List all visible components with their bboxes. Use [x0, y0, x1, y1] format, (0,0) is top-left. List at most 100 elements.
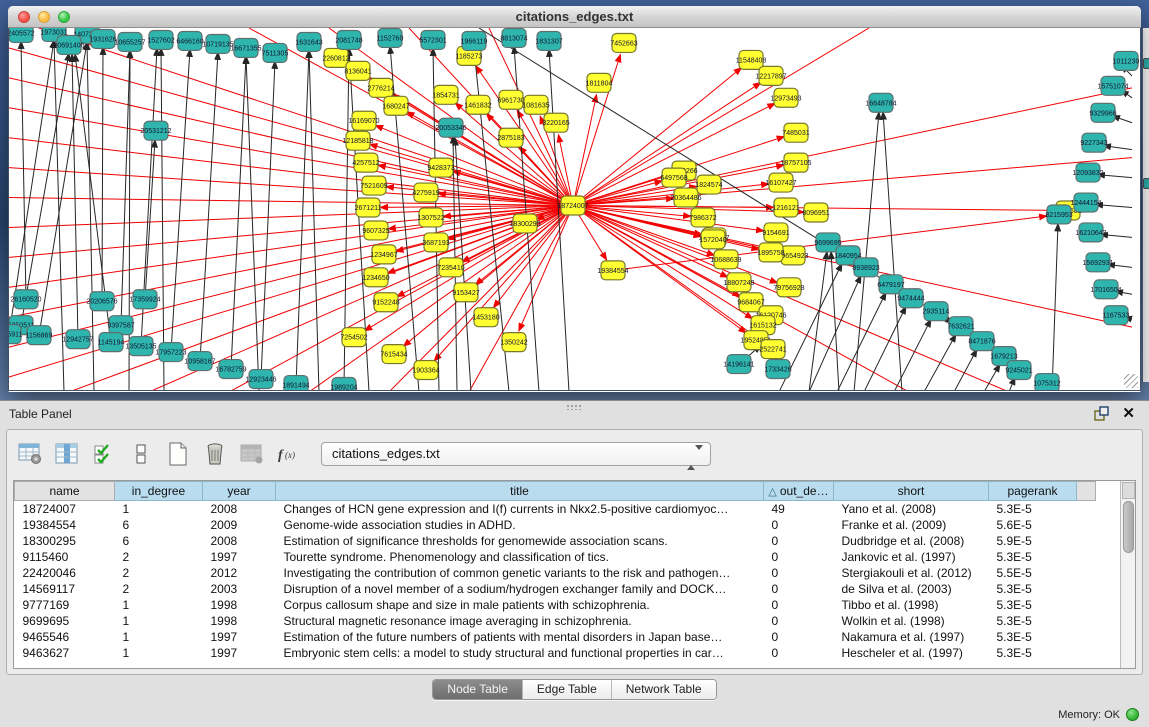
table-row[interactable]: 969969511998Structural magnetic resonanc…: [15, 613, 1096, 629]
table-cell[interactable]: Nakamura et al. (1997): [834, 629, 989, 645]
graph-node[interactable]: 18300295: [509, 214, 540, 233]
table-settings-icon[interactable]: [17, 441, 43, 467]
create-table-icon[interactable]: [165, 441, 191, 467]
graph-node[interactable]: 8215953: [1045, 205, 1072, 224]
window-titlebar[interactable]: citations_edges.txt: [8, 6, 1141, 28]
graph-node[interactable]: 16210643: [1075, 223, 1106, 242]
graph-node[interactable]: 9153427: [452, 283, 479, 302]
graph-node[interactable]: 9397587: [107, 316, 134, 335]
graph-node[interactable]: 9154691: [762, 223, 789, 242]
delete-rows-icon[interactable]: [202, 441, 228, 467]
graph-node[interactable]: 1461832: [464, 95, 491, 114]
table-cell[interactable]: 1997: [203, 629, 276, 645]
graph-node[interactable]: 13505135: [125, 337, 156, 356]
graph-node[interactable]: 26160520: [10, 290, 41, 309]
graph-node[interactable]: 1234967: [370, 245, 397, 264]
network-canvas[interactable]: 1872400722608128136041277621416802471616…: [8, 28, 1141, 391]
float-panel-icon[interactable]: [1094, 406, 1109, 426]
table-cell[interactable]: 9115460: [15, 549, 115, 565]
graph-node[interactable]: 2671211: [355, 198, 382, 217]
graph-node[interactable]: 20691406: [53, 35, 84, 54]
table-cell[interactable]: Investigating the contribution of common…: [276, 565, 764, 581]
graph-node[interactable]: 16169070: [348, 111, 379, 130]
table-cell[interactable]: 14569117: [15, 581, 115, 597]
graph-node[interactable]: 17016504: [1090, 280, 1121, 299]
graph-node[interactable]: 16671355: [230, 38, 261, 57]
graph-node[interactable]: 1811804: [586, 73, 613, 92]
graph-node[interactable]: 2522741: [759, 340, 786, 359]
memory-status-icon[interactable]: [1126, 708, 1139, 721]
vertical-scrollbar[interactable]: [1120, 481, 1135, 668]
table-cell[interactable]: 6: [115, 533, 203, 549]
table-cell[interactable]: Embryonic stem cells: a model to study s…: [276, 645, 764, 661]
table-cell[interactable]: 5.3E-5: [989, 581, 1077, 597]
graph-node[interactable]: 79756928: [773, 278, 804, 297]
graph-node[interactable]: 1075312: [1033, 374, 1060, 390]
table-cell[interactable]: Disruption of a novel member of a sodium…: [276, 581, 764, 597]
table-cell[interactable]: 1: [115, 597, 203, 613]
table-cell[interactable]: 5.6E-5: [989, 517, 1077, 533]
table-cell[interactable]: 19384554: [15, 517, 115, 533]
graph-node[interactable]: 9245021: [1005, 361, 1032, 380]
table-cell[interactable]: 0: [764, 581, 834, 597]
table-cell[interactable]: Structural magnetic resonance image aver…: [276, 613, 764, 629]
table-cell[interactable]: Tibbo et al. (1998): [834, 597, 989, 613]
table-cell[interactable]: 2003: [203, 581, 276, 597]
table-cell[interactable]: 18300295: [15, 533, 115, 549]
graph-node[interactable]: 10958167: [184, 352, 215, 371]
table-cell[interactable]: Genome-wide association studies in ADHD.: [276, 517, 764, 533]
table-cell[interactable]: 5.3E-5: [989, 613, 1077, 629]
graph-node[interactable]: 1680247: [382, 96, 409, 115]
table-row[interactable]: 1872400712008Changes of HCN gene express…: [15, 501, 1096, 517]
graph-node[interactable]: 16107427: [765, 173, 796, 192]
column-header[interactable]: in_degree: [115, 482, 203, 501]
graph-node[interactable]: 8813074: [500, 28, 527, 47]
table-cell[interactable]: Stergiakouli et al. (2012): [834, 565, 989, 581]
column-header[interactable]: title: [276, 482, 764, 501]
graph-node[interactable]: 1527602: [147, 30, 174, 49]
graph-node[interactable]: 7235410: [437, 258, 464, 277]
table-cell[interactable]: 2: [115, 581, 203, 597]
table-cell[interactable]: 0: [764, 613, 834, 629]
graph-node[interactable]: 18807249: [723, 273, 754, 292]
graph-node[interactable]: 1831307: [535, 31, 562, 50]
table-cell[interactable]: 5.3E-5: [989, 645, 1077, 661]
graph-node[interactable]: 1234650: [362, 268, 389, 287]
table-cell[interactable]: 5.3E-5: [989, 629, 1077, 645]
table-cell[interactable]: 9777169: [15, 597, 115, 613]
graph-node[interactable]: 15751074: [1097, 76, 1128, 95]
resize-grip[interactable]: [1124, 374, 1138, 388]
graph-node[interactable]: 7615434: [380, 345, 407, 364]
table-cell[interactable]: 1998: [203, 597, 276, 613]
graph-node[interactable]: 9329966: [1089, 103, 1116, 122]
graph-node[interactable]: 7511305: [262, 43, 289, 62]
graph-node[interactable]: 15692931: [1082, 253, 1113, 272]
graph-node[interactable]: 5572301: [419, 30, 446, 49]
table-cell[interactable]: 0: [764, 533, 834, 549]
table-cell[interactable]: 1998: [203, 613, 276, 629]
graph-node[interactable]: 1989204: [330, 378, 357, 390]
graph-node[interactable]: 1453180: [472, 308, 499, 327]
graph-node[interactable]: 12923446: [245, 370, 276, 389]
table-cell[interactable]: Tourette syndrome. Phenomenology and cla…: [276, 549, 764, 565]
table-cell[interactable]: 5.5E-5: [989, 565, 1077, 581]
table-cell[interactable]: Yano et al. (2008): [834, 501, 989, 517]
graph-node[interactable]: 9227343: [1080, 133, 1107, 152]
table-row[interactable]: 946554611997Estimation of the future num…: [15, 629, 1096, 645]
graph-node[interactable]: 1156869: [26, 326, 53, 345]
graph-node[interactable]: 7452663: [610, 33, 637, 52]
graph-node[interactable]: 7485031: [782, 123, 809, 142]
table-cell[interactable]: 9465546: [15, 629, 115, 645]
table-cell[interactable]: 0: [764, 549, 834, 565]
table-cell[interactable]: 5.3E-5: [989, 549, 1077, 565]
table-cell[interactable]: 49: [764, 501, 834, 517]
graph-node[interactable]: 1216121: [772, 198, 799, 217]
graph-node[interactable]: 2405572: [9, 28, 35, 42]
table-selector-dropdown[interactable]: citations_edges.txt: [321, 442, 711, 466]
table-cell[interactable]: 1997: [203, 645, 276, 661]
graph-node[interactable]: 1167533: [1103, 306, 1130, 325]
table-cell[interactable]: 0: [764, 565, 834, 581]
graph-node[interactable]: 16782759: [215, 360, 246, 379]
graph-node[interactable]: 8471876: [968, 332, 995, 351]
graph-node[interactable]: 8136041: [344, 61, 371, 80]
